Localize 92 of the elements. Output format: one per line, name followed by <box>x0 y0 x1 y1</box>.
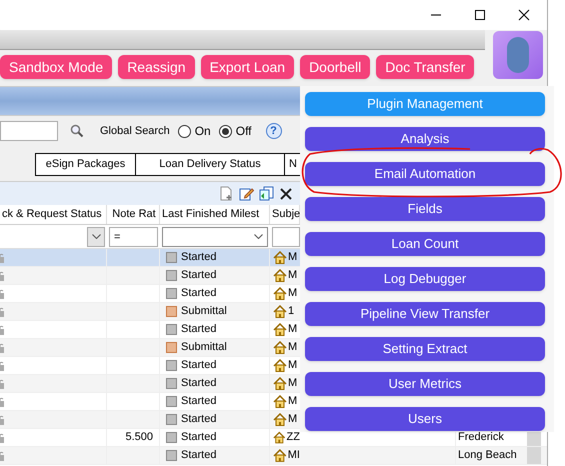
table-cell-text: ZZ <box>286 430 300 446</box>
table-cell-text: MI <box>288 448 300 464</box>
table-cell-text: Started <box>181 412 216 428</box>
lock-icon <box>0 396 4 406</box>
column-header[interactable]: Last Finished Milest <box>160 205 270 224</box>
edit-icon[interactable] <box>239 186 254 201</box>
table-cell-text: Started <box>181 322 216 338</box>
table-cell-text: M <box>288 250 298 266</box>
menu-button[interactable]: Users <box>305 407 545 431</box>
table-cell-text: Started <box>181 394 216 410</box>
house-icon <box>273 359 287 372</box>
table-cell-text: M <box>288 286 298 302</box>
lock-icon <box>0 432 4 442</box>
tab[interactable]: eSign Packages <box>35 153 136 176</box>
radio-option[interactable]: Off <box>218 122 252 140</box>
house-icon <box>273 341 287 354</box>
table-row[interactable]: 5.500 Started ZZ Frederick <box>0 429 547 447</box>
menu-button[interactable]: Setting Extract <box>305 337 545 361</box>
table-cell-text: M <box>288 322 298 338</box>
table-cell-text: M <box>288 412 298 428</box>
filter-dropdown[interactable] <box>87 226 105 246</box>
house-icon <box>273 431 286 444</box>
lock-icon <box>0 342 4 352</box>
menu-button[interactable]: Pipeline View Transfer <box>305 302 545 326</box>
house-icon <box>273 269 287 282</box>
toolbar-button[interactable]: Doc Transfer <box>376 55 474 79</box>
house-icon <box>273 323 287 336</box>
table-cell-text: Started <box>181 268 216 284</box>
house-icon <box>273 251 287 264</box>
delete-icon[interactable] <box>280 188 292 200</box>
menu-button[interactable]: Analysis <box>305 127 545 151</box>
toolbar-button[interactable]: Doorbell <box>300 55 370 79</box>
lock-icon <box>0 270 4 280</box>
add-document-icon[interactable] <box>220 186 234 201</box>
table-row[interactable]: Started MI Long Beach <box>0 447 547 465</box>
chevron-down-icon <box>254 234 263 239</box>
filter-field[interactable] <box>272 226 300 246</box>
table-cell-text: Started <box>181 448 216 464</box>
table-cell-text: Started <box>181 376 216 392</box>
table-cell-text: Frederick <box>458 430 504 446</box>
table-cell-text: M <box>288 268 298 284</box>
chevron-down-icon <box>92 234 100 239</box>
table-cell-text: Long Beach <box>458 448 517 464</box>
house-icon <box>273 377 287 390</box>
house-icon <box>273 305 287 318</box>
house-icon <box>273 449 287 462</box>
lock-icon <box>0 252 4 262</box>
radio-button[interactable] <box>178 124 191 138</box>
table-cell-text: Submittal <box>181 304 227 320</box>
lock-icon <box>0 324 4 334</box>
lock-icon <box>0 414 4 424</box>
menu-button[interactable]: Fields <box>305 197 545 221</box>
menu-button[interactable]: Loan Count <box>305 232 545 256</box>
help-icon[interactable]: ? <box>266 123 282 139</box>
table-cell-text: Started <box>181 430 216 446</box>
lock-icon <box>0 306 4 316</box>
lock-icon <box>0 378 4 388</box>
lock-icon <box>0 288 4 298</box>
radio-button[interactable] <box>218 124 232 138</box>
close-icon[interactable] <box>518 9 530 21</box>
search-icon[interactable] <box>70 124 84 138</box>
lock-icon <box>0 450 4 460</box>
house-icon <box>273 413 287 426</box>
table-cell-text: 1 <box>288 304 294 320</box>
lock-icon <box>0 360 4 370</box>
menu-button[interactable]: Log Debugger <box>305 267 545 291</box>
table-cell-text: Submittal <box>181 340 227 356</box>
radio-option[interactable]: On <box>178 122 211 140</box>
toolbar-button[interactable]: Reassign <box>118 55 195 79</box>
toolbar-button[interactable]: Export Loan <box>200 55 294 79</box>
table-cell-text: M <box>288 376 298 392</box>
house-icon <box>273 287 287 300</box>
table-cell-text: Started <box>181 358 216 374</box>
copy-document-icon[interactable] <box>259 186 275 201</box>
menu-button[interactable]: User Metrics <box>305 372 545 396</box>
menu-button[interactable]: Email Automation <box>305 162 545 186</box>
maximize-icon[interactable] <box>474 9 486 21</box>
global-search-label: Global Search <box>100 124 170 139</box>
table-cell-text: M <box>288 358 298 374</box>
table-cell-text: M <box>288 394 298 410</box>
filter-dropdown[interactable] <box>162 226 268 246</box>
house-icon <box>273 395 287 408</box>
column-header[interactable]: Note Rat <box>107 205 160 224</box>
tab[interactable]: Loan Delivery Status <box>136 153 285 176</box>
table-cell-text: Started <box>181 250 216 266</box>
column-header[interactable]: ck & Request Status <box>0 205 107 224</box>
table-cell-text: Started <box>181 286 216 302</box>
search-field[interactable] <box>0 121 58 141</box>
table-cell-text: M <box>288 340 298 356</box>
filter-field[interactable]: = <box>109 226 158 246</box>
toolbar-button[interactable]: Sandbox Mode <box>0 55 112 79</box>
table-cell-text: 5.500 <box>125 430 153 446</box>
